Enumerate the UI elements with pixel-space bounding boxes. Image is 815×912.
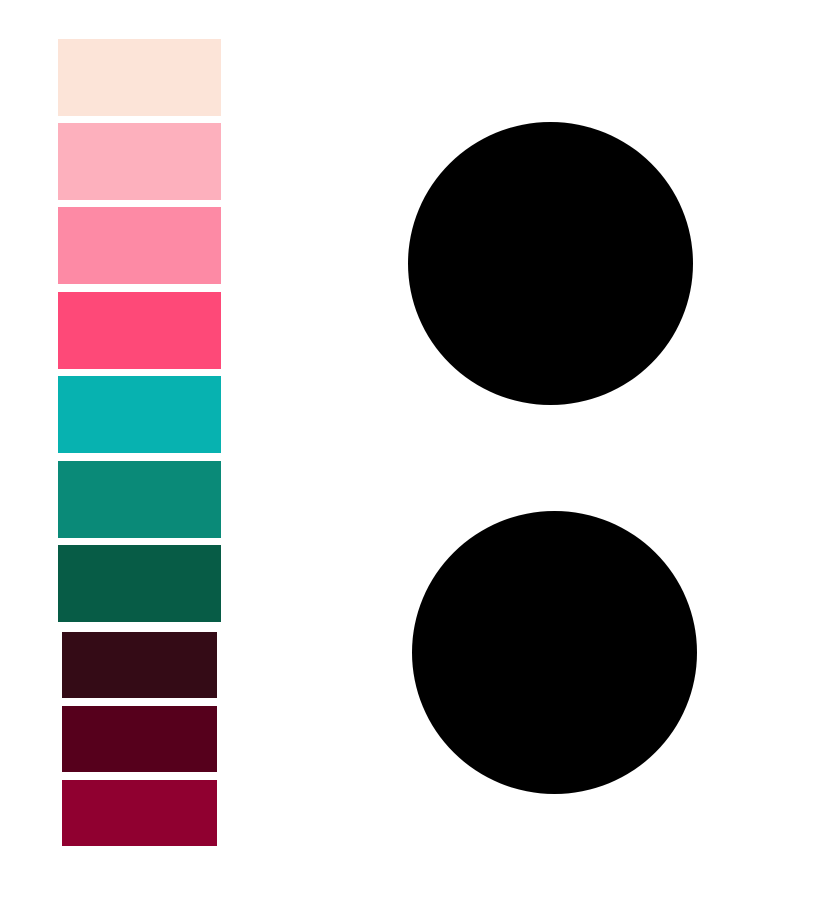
color-swatch-7: [58, 545, 221, 622]
black-circle-top: [408, 122, 693, 405]
color-swatch-9: [62, 706, 217, 772]
black-circle-bottom: [412, 511, 697, 794]
color-swatch-8: [62, 632, 217, 698]
color-swatch-3: [58, 207, 221, 284]
color-swatch-10: [62, 780, 217, 846]
color-swatch-5: [58, 376, 221, 453]
color-swatch-6: [58, 461, 221, 538]
color-swatch-2: [58, 123, 221, 200]
color-swatch-4: [58, 292, 221, 369]
color-swatch-1: [58, 39, 221, 116]
